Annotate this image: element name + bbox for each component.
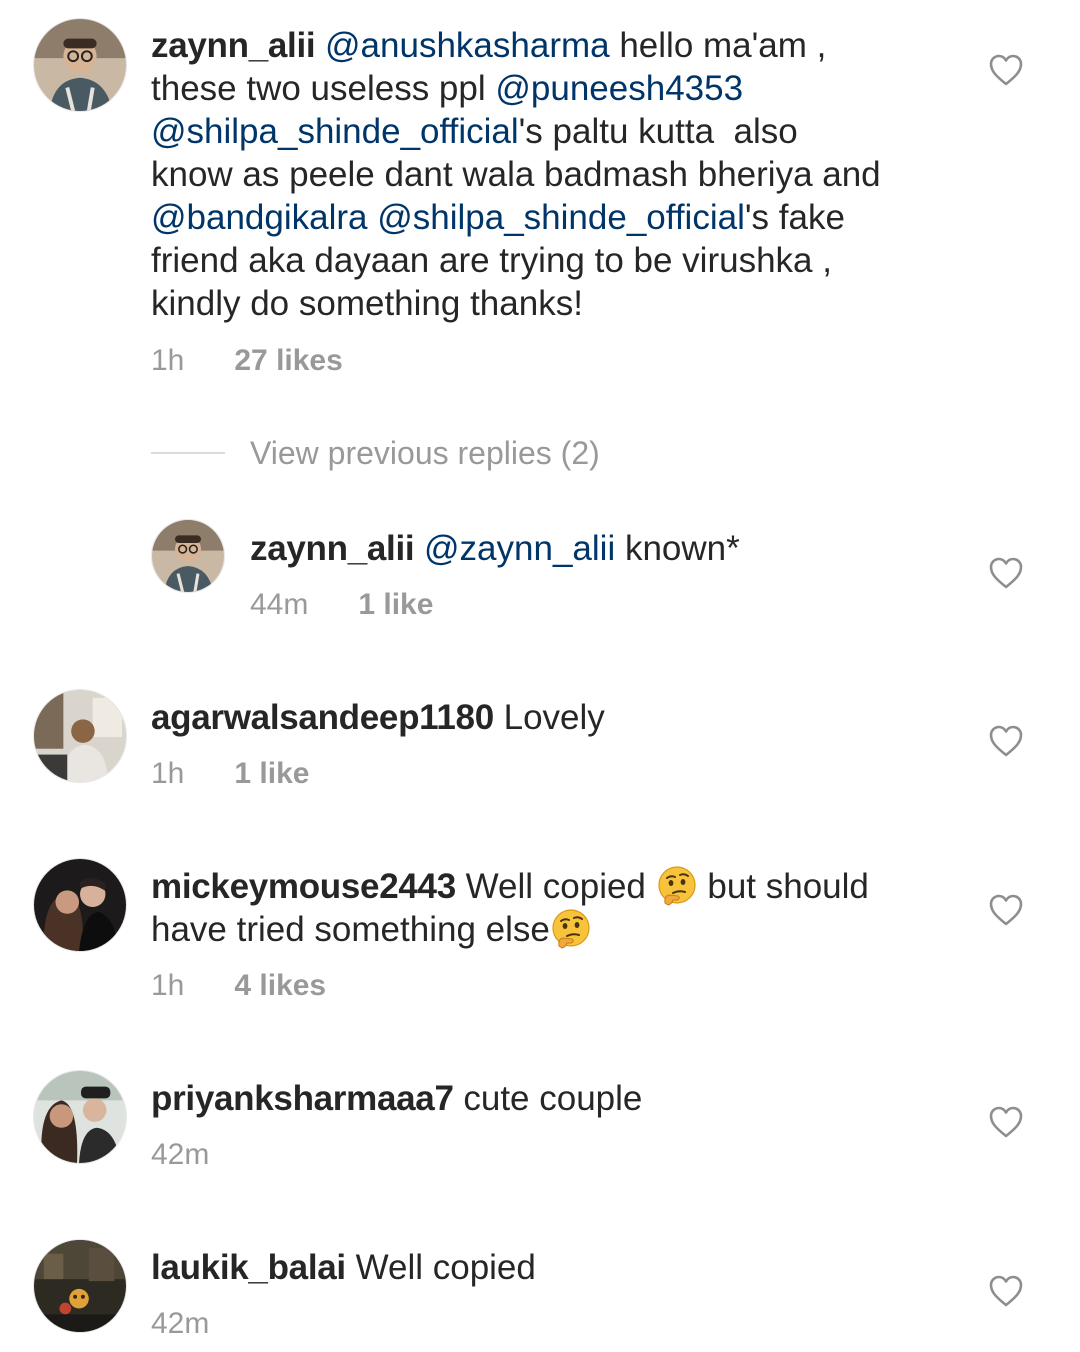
avatar-man-sofa-icon — [34, 690, 126, 782]
comment-body: cute couple — [453, 1079, 643, 1118]
comment-meta: 42m — [151, 1137, 209, 1173]
avatar-glasses-man-icon — [34, 19, 126, 111]
avatar-couple-dark-icon — [34, 859, 126, 951]
like-heart-icon[interactable] — [988, 53, 1024, 87]
timestamp: 1h — [151, 969, 185, 1002]
mention-link[interactable]: @bandgikalra — [151, 198, 368, 237]
avatar[interactable] — [151, 519, 225, 593]
comment-text: zaynn_alii @anushkasharma hello ma'am , … — [151, 24, 951, 325]
comment-body: @anushkasharma hello ma'am , these two u… — [151, 26, 881, 323]
likes-count[interactable]: 27 likes — [234, 344, 342, 377]
like-heart-icon[interactable] — [988, 1105, 1024, 1139]
comment-meta: 42m — [151, 1306, 209, 1342]
like-heart-icon[interactable] — [988, 893, 1024, 927]
view-previous-replies-link[interactable]: View previous replies (2) — [250, 434, 600, 472]
mention-link[interactable]: @shilpa_shinde_official — [377, 198, 745, 237]
comment-text-segment: Lovely — [493, 698, 605, 737]
comment-body: Well copied — [346, 1248, 536, 1287]
comment-body: Lovely — [494, 698, 605, 737]
like-heart-icon[interactable] — [988, 1274, 1024, 1308]
timestamp: 44m — [250, 588, 309, 621]
comment-text-segment — [368, 198, 378, 237]
mention-link[interactable]: @anushkasharma — [325, 26, 610, 65]
avatar[interactable] — [33, 1070, 127, 1164]
comment-meta: 44m 1 like — [250, 587, 433, 623]
likes-count[interactable]: 1 like — [358, 588, 433, 621]
comment-body: @zaynn_alii known* — [414, 529, 740, 568]
avatar[interactable] — [33, 858, 127, 952]
timestamp: 1h — [151, 344, 185, 377]
avatar-couple-light-icon — [34, 1071, 126, 1163]
username[interactable]: priyanksharmaaa7 — [151, 1079, 454, 1118]
username[interactable]: zaynn_alii — [151, 26, 316, 65]
mention-link[interactable]: @shilpa_shinde_official — [151, 112, 519, 151]
avatar[interactable] — [33, 1239, 127, 1333]
avatar[interactable] — [33, 18, 127, 112]
comment-text-segment: known* — [615, 529, 740, 568]
comment-text-segment: cute couple — [453, 1079, 643, 1118]
mention-link[interactable]: @puneesh4353 — [495, 69, 743, 108]
comment-text: agarwalsandeep1180 Lovely — [151, 696, 951, 739]
username[interactable]: mickeymouse2443 — [151, 867, 456, 906]
comment-meta: 1h 27 likes — [151, 343, 343, 379]
username[interactable]: zaynn_alii — [250, 529, 415, 568]
comment-text-segment — [414, 529, 424, 568]
comment-text: laukik_balai Well copied — [151, 1246, 951, 1289]
avatar[interactable] — [33, 689, 127, 783]
replies-divider — [151, 452, 225, 454]
timestamp: 1h — [151, 757, 185, 790]
comment-text-segment — [315, 26, 325, 65]
username[interactable]: agarwalsandeep1180 — [151, 698, 494, 737]
mention-link[interactable]: @zaynn_alii — [424, 529, 615, 568]
timestamp: 42m — [151, 1138, 210, 1171]
username[interactable]: laukik_balai — [151, 1248, 346, 1287]
like-heart-icon[interactable] — [988, 556, 1024, 590]
avatar-glasses-man-icon — [152, 520, 224, 592]
comment-text: mickeymouse2443 Well copied but should h… — [151, 865, 971, 951]
comment-text: zaynn_alii @zaynn_alii known* — [250, 527, 950, 570]
comment-meta: 1h 4 likes — [151, 968, 326, 1004]
comment-text: priyanksharmaaa7 cute couple — [151, 1077, 951, 1120]
thinking-face-emoji — [658, 866, 696, 906]
comment-meta: 1h 1 like — [151, 756, 309, 792]
avatar-dark-scene-icon — [34, 1240, 126, 1332]
comment-text-segment: Well copied — [345, 1248, 536, 1287]
like-heart-icon[interactable] — [988, 724, 1024, 758]
comment-text-segment: Well copied — [455, 867, 656, 906]
thinking-face-emoji — [552, 909, 590, 949]
likes-count[interactable]: 1 like — [234, 757, 309, 790]
timestamp: 42m — [151, 1307, 210, 1340]
likes-count[interactable]: 4 likes — [234, 969, 326, 1002]
